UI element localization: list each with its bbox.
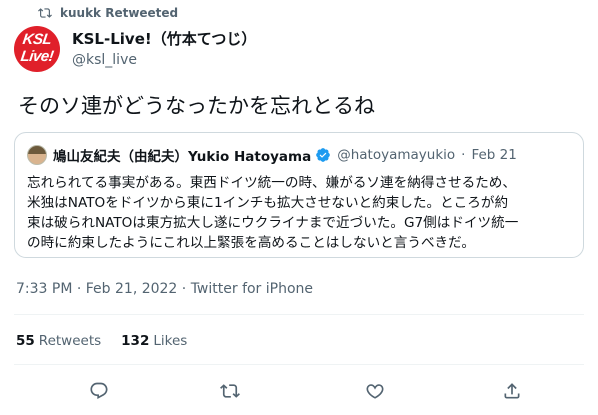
share-icon	[504, 383, 520, 399]
quoted-tweet-header: 鳩山友紀夫（由紀夫）Yukio Hatoyama @hatoyamayukio …	[27, 145, 517, 165]
likes-label: Likes	[153, 333, 188, 349]
retweet-banner-text: kuukk Retweeted	[60, 6, 179, 20]
author-avatar[interactable]: KSL Live!	[14, 26, 60, 72]
likes-count: 132	[121, 333, 150, 349]
retweet-button[interactable]	[219, 380, 241, 402]
tweet-text: そのソ連がどうなったかを忘れとるね	[18, 94, 375, 118]
retweet-banner[interactable]: kuukk Retweeted	[38, 6, 178, 20]
verified-icon	[316, 148, 331, 162]
quoted-author-avatar[interactable]	[27, 145, 47, 165]
tweet-page: kuukk Retweeted KSL Live! KSL-Live!（竹本てつ…	[0, 0, 598, 415]
avatar-logo-line-2: Live!	[19, 48, 55, 65]
share-button[interactable]	[501, 380, 523, 402]
quoted-date[interactable]: Feb 21	[471, 147, 516, 163]
quoted-author-name[interactable]: 鳩山友紀夫（由紀夫）Yukio Hatoyama	[53, 145, 311, 165]
like-icon	[366, 384, 384, 399]
retweet-icon	[220, 384, 240, 398]
reply-button[interactable]	[88, 380, 110, 402]
retweets-stat[interactable]: 55 Retweets	[16, 333, 101, 349]
avatar-logo-line-1: KSL	[21, 31, 53, 48]
retweets-count: 55	[16, 333, 35, 349]
reply-icon	[90, 382, 108, 400]
action-bar	[14, 372, 584, 408]
quoted-text-line: 束は破られNATOは東方拡大し遂にウクライナまで近づいた。G7側はドイツ統一	[27, 215, 519, 231]
like-button[interactable]	[364, 380, 386, 402]
tweet-timestamp[interactable]: 7:33 PM · Feb 21, 2022 · Twitter for iPh…	[16, 281, 313, 297]
retweets-label: Retweets	[38, 333, 102, 349]
quoted-author-handle[interactable]: @hatoyamayukio	[337, 147, 455, 163]
quoted-text-line: 米独はNATOをドイツから東に1インチも拡大させないと約束した。ところが約	[27, 195, 509, 211]
quoted-tweet[interactable]: 鳩山友紀夫（由紀夫）Yukio Hatoyama @hatoyamayukio …	[14, 132, 584, 258]
author-handle[interactable]: @ksl_live	[72, 52, 256, 68]
author-name[interactable]: KSL-Live!（竹本てつじ）	[72, 28, 256, 49]
retweet-icon	[38, 8, 52, 18]
quoted-text-line: 忘れられてる事実がある。東西ドイツ統一の時、嫌がるソ連を納得させるため、	[27, 175, 516, 191]
author-info[interactable]: KSL-Live!（竹本てつじ） @ksl_live	[72, 28, 256, 68]
quoted-tweet-text: 忘れられてる事実がある。東西ドイツ統一の時、嫌がるソ連を納得させるため、 米独は…	[27, 173, 575, 253]
quoted-text-line: の時に約束したようにこれ以上緊張を高めることはしないと言うべきだ。	[27, 235, 475, 251]
quoted-separator: ·	[461, 147, 466, 163]
divider	[14, 314, 584, 315]
divider	[14, 364, 584, 365]
tweet-stats: 55 Retweets 132 Likes	[16, 333, 187, 349]
likes-stat[interactable]: 132 Likes	[121, 333, 187, 349]
